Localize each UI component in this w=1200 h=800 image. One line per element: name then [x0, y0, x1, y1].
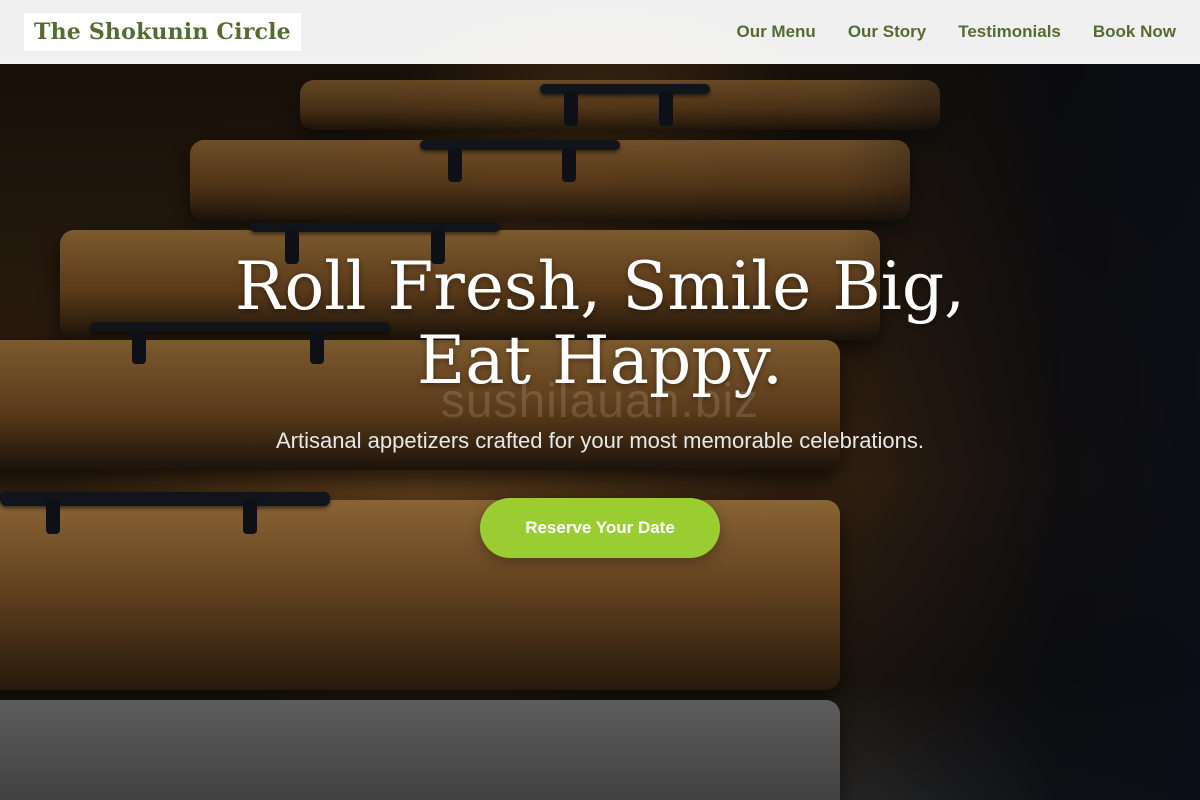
reserve-date-button[interactable]: Reserve Your Date	[480, 498, 720, 558]
nav-link-book-now[interactable]: Book Now	[1093, 22, 1176, 42]
nav-link-testimonials[interactable]: Testimonials	[958, 22, 1061, 42]
watermark-text: sushilauan.biz	[440, 375, 760, 428]
nav-link-our-menu[interactable]: Our Menu	[736, 22, 815, 42]
site-header: The Shokunin Circle Our Menu Our Story T…	[0, 0, 1200, 64]
nav-link-our-story[interactable]: Our Story	[848, 22, 926, 42]
hero-content: Roll Fresh, Smile Big, Eat Happy. sushil…	[0, 250, 1200, 558]
main-nav: Our Menu Our Story Testimonials Book Now	[736, 22, 1176, 42]
site-logo[interactable]: The Shokunin Circle	[24, 13, 301, 51]
hero-subheadline: Artisanal appetizers crafted for your mo…	[275, 428, 925, 453]
